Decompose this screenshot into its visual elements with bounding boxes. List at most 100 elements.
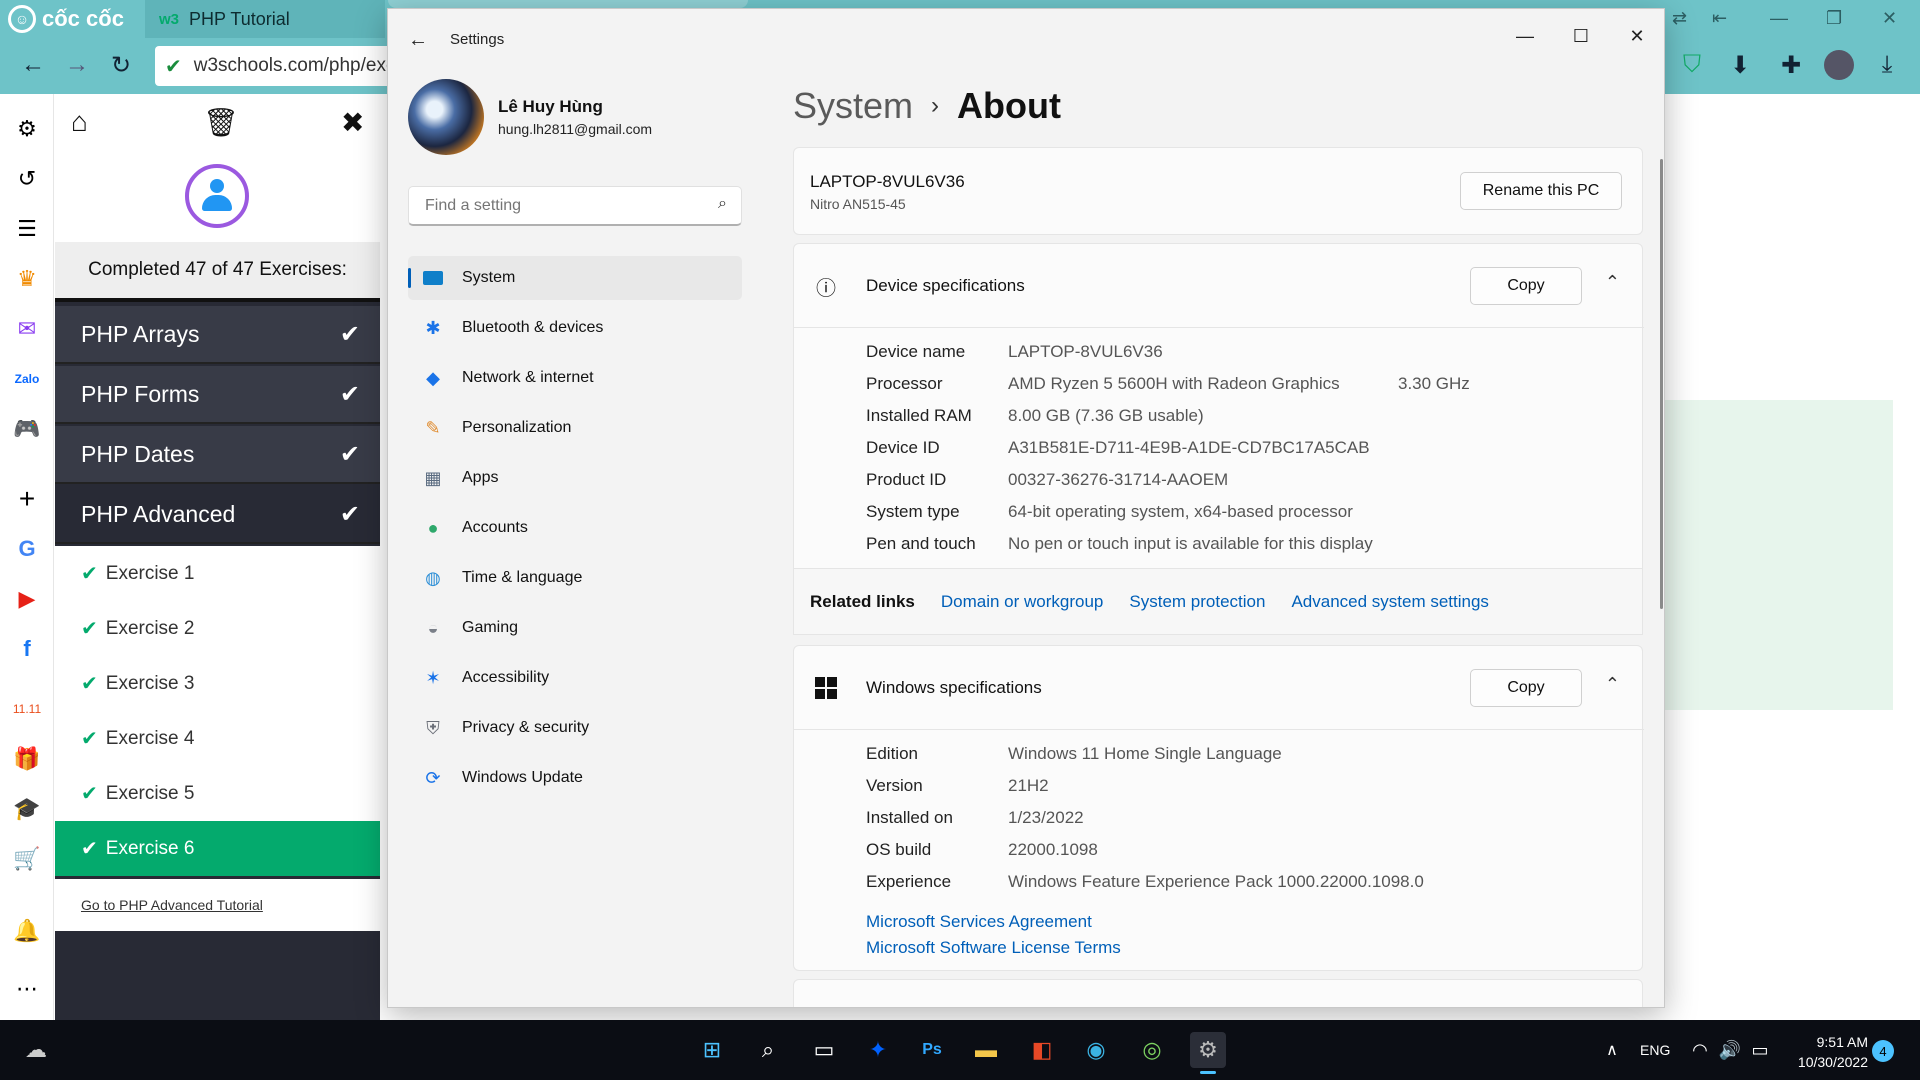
settings-search[interactable]: ⌕ <box>408 186 742 226</box>
nav-apps[interactable]: ▦ Apps <box>408 456 742 500</box>
coccoc-browser-icon[interactable]: ◎ <box>1134 1032 1170 1068</box>
back-arrow-icon[interactable]: ← <box>408 29 428 52</box>
domain-workgroup-link[interactable]: Domain or workgroup <box>941 592 1104 612</box>
spec-row: Device ID A31B581E-D711-4E9B-A1DE-CD7BC17… <box>866 438 1626 470</box>
home-icon[interactable]: ⌂ <box>71 106 88 138</box>
extensions-puzzle-icon[interactable]: ✚ <box>1776 50 1806 80</box>
exercise-item-2[interactable]: ✔ Exercise 2 <box>55 601 380 656</box>
search-icon[interactable]: ⌕ <box>718 195 727 213</box>
file-explorer-icon[interactable]: ▬ <box>968 1032 1004 1068</box>
task-view-icon[interactable]: ▭ <box>806 1032 842 1068</box>
device-specs-header[interactable]: ⓘ Device specifications Copy ⌃ <box>794 244 1644 328</box>
exercise-item-5[interactable]: ✔ Exercise 5 <box>55 766 380 821</box>
settings-app-icon[interactable]: ⚙ <box>1190 1032 1226 1074</box>
trash-icon[interactable]: 🗑 <box>203 106 239 139</box>
graduation-icon[interactable]: 🎓 <box>12 794 42 824</box>
shopping-icon[interactable]: 11.11 <box>12 694 42 724</box>
user-avatar[interactable] <box>185 164 249 228</box>
nav-accessibility[interactable]: ✶ Accessibility <box>408 656 742 700</box>
edge-icon[interactable]: ◉ <box>1078 1032 1114 1068</box>
office-icon[interactable]: ◧ <box>1024 1032 1060 1068</box>
nav-label: Accessibility <box>462 669 550 686</box>
youtube-icon[interactable]: ▶ <box>12 584 42 614</box>
nav-time-language[interactable]: ◍ Time & language <box>408 556 742 600</box>
profile-avatar-icon[interactable] <box>1824 50 1854 80</box>
address-bar[interactable]: ✔ w3schools.com/php/exe <box>155 46 397 86</box>
extension-translate-icon[interactable]: ⛉ <box>1677 50 1707 80</box>
google-translate-icon[interactable]: G <box>12 534 42 564</box>
php-advanced-tutorial-link[interactable]: Go to PHP Advanced Tutorial <box>55 879 380 931</box>
gift-icon[interactable]: 🎁 <box>12 744 42 774</box>
search-icon[interactable]: ⌕ <box>750 1032 786 1068</box>
gamepad-icon[interactable]: 🎮 <box>12 414 42 444</box>
download-ext-icon[interactable]: ⬇ <box>1725 50 1755 80</box>
search-input[interactable] <box>423 195 703 216</box>
crown-icon[interactable]: ♛ <box>12 264 42 294</box>
nav-accounts[interactable]: ● Accounts <box>408 506 742 550</box>
section-php-arrays[interactable]: PHP Arrays ✔ <box>55 306 380 364</box>
facebook-icon[interactable]: f <box>12 634 42 664</box>
browser-tab-blank[interactable] <box>388 0 748 8</box>
section-php-forms[interactable]: PHP Forms ✔ <box>55 366 380 424</box>
spec-row: Pen and touch No pen or touch input is av… <box>866 534 1626 566</box>
history-icon[interactable]: ↺ <box>12 164 42 194</box>
settings-gear-icon[interactable]: ⚙ <box>12 114 42 144</box>
zalo-icon[interactable]: Zalo <box>12 364 42 394</box>
notification-count[interactable]: 4 <box>1872 1040 1894 1062</box>
copy-windows-specs-button[interactable]: Copy <box>1470 669 1582 707</box>
add-icon[interactable]: + <box>12 483 42 514</box>
copy-device-specs-button[interactable]: Copy <box>1470 267 1582 305</box>
section-php-advanced[interactable]: PHP Advanced ✔ <box>55 486 380 544</box>
nav-system[interactable]: System <box>408 256 742 300</box>
list-icon[interactable]: ☰ <box>12 214 42 244</box>
services-agreement-link[interactable]: Microsoft Services Agreement <box>866 912 1092 932</box>
battery-icon[interactable]: ▭ <box>1742 1032 1778 1068</box>
photoshop-icon[interactable]: Ps <box>914 1032 950 1068</box>
scrollbar-thumb[interactable] <box>1660 159 1663 609</box>
browser-back-icon[interactable]: ← <box>18 50 48 80</box>
messenger-icon[interactable]: ✉ <box>12 314 42 344</box>
notifications-bell-icon[interactable]: 🔔 <box>12 916 42 946</box>
nav-personalization[interactable]: ✎ Personalization <box>408 406 742 450</box>
more-icon[interactable]: ⋯ <box>12 974 42 1004</box>
cart-icon[interactable]: 🛒 <box>12 844 42 874</box>
chevron-up-icon[interactable]: ⌃ <box>1605 272 1620 293</box>
windows-specs-header[interactable]: Windows specifications Copy ⌃ <box>794 646 1644 730</box>
clock[interactable]: 9:51 AM 10/30/2022 <box>1788 1032 1868 1072</box>
close-window-icon[interactable]: ✕ <box>1614 21 1660 51</box>
exercise-item-4[interactable]: ✔ Exercise 4 <box>55 711 380 766</box>
rename-pc-button[interactable]: Rename this PC <box>1460 172 1622 210</box>
dropbox-icon[interactable]: ✦ <box>860 1032 896 1068</box>
chevron-up-icon[interactable]: ⌃ <box>1605 674 1620 695</box>
exercise-item-3[interactable]: ✔ Exercise 3 <box>55 656 380 711</box>
breadcrumb-system[interactable]: System <box>793 85 913 127</box>
back-history-icon[interactable]: ⇤ <box>1712 8 1727 29</box>
nav-windows-update[interactable]: ⟳ Windows Update <box>408 756 742 800</box>
nav-bluetooth[interactable]: ✱ Bluetooth & devices <box>408 306 742 350</box>
tab-tools-icon[interactable]: ⇄ <box>1672 8 1687 29</box>
minimize-icon[interactable]: — <box>1502 21 1548 51</box>
nav-gaming[interactable]: ◒ Gaming <box>408 606 742 650</box>
close-icon[interactable]: ✖ <box>341 106 364 139</box>
browser-minimize-icon[interactable]: — <box>1770 8 1788 29</box>
weather-cloud-icon[interactable]: ☁ <box>18 1032 54 1068</box>
browser-tab[interactable]: w3 PHP Tutorial <box>145 0 385 38</box>
downloads-icon[interactable]: ⤓ <box>1872 50 1902 80</box>
exercise-item-1[interactable]: ✔ Exercise 1 <box>55 546 380 601</box>
chevron-up-icon[interactable]: ∧ <box>1594 1032 1630 1068</box>
nav-privacy-security[interactable]: ⛨ Privacy & security <box>408 706 742 750</box>
maximize-icon[interactable]: ☐ <box>1558 21 1604 51</box>
browser-forward-icon[interactable]: → <box>62 50 92 80</box>
system-protection-link[interactable]: System protection <box>1129 592 1265 612</box>
license-terms-link[interactable]: Microsoft Software License Terms <box>866 938 1121 958</box>
advanced-system-settings-link[interactable]: Advanced system settings <box>1291 592 1488 612</box>
browser-close-icon[interactable]: ✕ <box>1882 8 1897 29</box>
exercise-item-6[interactable]: ✔ Exercise 6 <box>55 821 380 876</box>
browser-restore-icon[interactable]: ❐ <box>1826 8 1842 29</box>
section-php-dates[interactable]: PHP Dates ✔ <box>55 426 380 484</box>
language-indicator[interactable]: ENG <box>1640 1042 1670 1058</box>
user-profile[interactable]: Lê Huy Hùng hung.lh2811@gmail.com <box>408 79 728 159</box>
nav-network[interactable]: ◆ Network & internet <box>408 356 742 400</box>
start-windows-icon[interactable]: ⊞ <box>694 1032 730 1068</box>
browser-reload-icon[interactable]: ↻ <box>106 50 136 80</box>
